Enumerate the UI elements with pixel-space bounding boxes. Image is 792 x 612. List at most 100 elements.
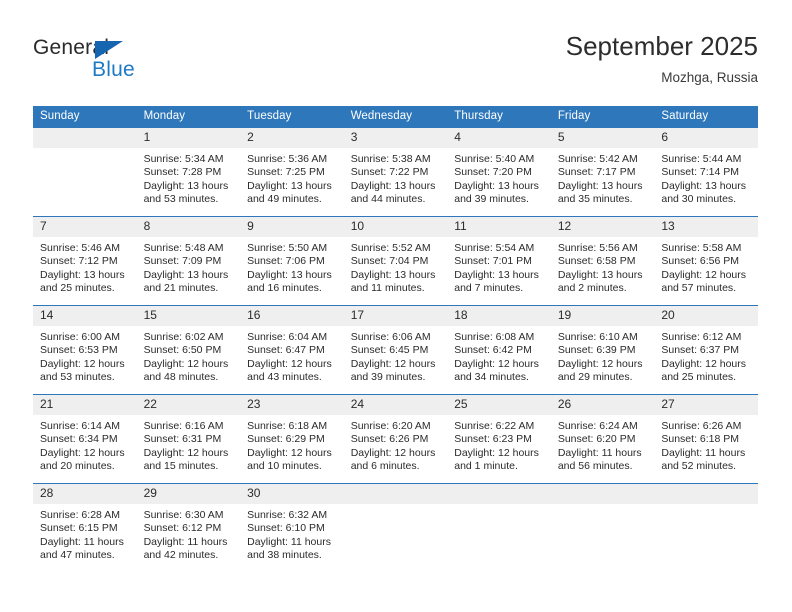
sunset-text: Sunset: 6:23 PM — [454, 433, 532, 446]
sunset-text: Sunset: 6:47 PM — [247, 344, 325, 357]
daylight-text: Daylight: 12 hours and 57 minutes. — [661, 268, 747, 295]
sunset-text: Sunset: 6:34 PM — [40, 433, 118, 446]
day-details: Sunrise: 6:02 AM Sunset: 6:50 PM Daylight:… — [137, 326, 241, 385]
calendar-body: 1 Sunrise: 5:34 AM Sunset: 7:28 PM Daylight… — [33, 127, 758, 572]
daylight-text: Daylight: 11 hours and 56 minutes. — [557, 446, 642, 473]
column-header-saturday: Saturday — [654, 106, 758, 128]
day-number — [654, 484, 758, 504]
day-number — [550, 484, 655, 504]
calendar-day-cell[interactable]: 15 Sunrise: 6:02 AM Sunset: 6:50 PM Dayligh… — [136, 305, 241, 395]
calendar-day-cell[interactable]: 25 Sunrise: 6:22 AM Sunset: 6:23 PM Dayligh… — [447, 394, 551, 484]
calendar-day-cell[interactable]: 28 Sunrise: 6:28 AM Sunset: 6:15 PM Dayligh… — [33, 483, 137, 572]
day-details: Sunrise: 5:34 AM Sunset: 7:28 PM Daylight:… — [137, 148, 241, 207]
calendar-day-cell[interactable]: 16 Sunrise: 6:04 AM Sunset: 6:47 PM Dayligh… — [240, 305, 344, 395]
calendar-day-cell[interactable]: 26 Sunrise: 6:24 AM Sunset: 6:20 PM Dayligh… — [550, 394, 655, 484]
day-details: Sunrise: 5:36 AM Sunset: 7:25 PM Daylight:… — [240, 148, 344, 207]
daylight-text: Daylight: 11 hours and 52 minutes. — [661, 446, 746, 473]
calendar-day-cell[interactable]: 29 Sunrise: 6:30 AM Sunset: 6:12 PM Dayligh… — [136, 483, 241, 572]
calendar-day-cell[interactable]: 7 Sunrise: 5:46 AM Sunset: 7:12 PM Daylight… — [33, 216, 137, 306]
day-number — [343, 484, 448, 504]
day-number: 14 — [33, 306, 137, 326]
calendar-day-cell[interactable]: 2 Sunrise: 5:36 AM Sunset: 7:25 PM Daylight… — [240, 127, 344, 217]
day-details: Sunrise: 5:46 AM Sunset: 7:12 PM Daylight:… — [33, 237, 137, 296]
calendar-day-cell[interactable]: 1 Sunrise: 5:34 AM Sunset: 7:28 PM Daylight… — [136, 127, 241, 217]
daylight-text: Daylight: 13 hours and 16 minutes. — [247, 268, 332, 295]
sunrise-text: Sunrise: 6:22 AM — [454, 420, 535, 432]
calendar-day-cell[interactable]: 10 Sunrise: 5:52 AM Sunset: 7:04 PM Dayligh… — [343, 216, 448, 306]
calendar-cell-empty — [654, 483, 758, 572]
daylight-text: Daylight: 12 hours and 43 minutes. — [247, 357, 332, 384]
sunrise-text: Sunrise: 6:00 AM — [40, 331, 120, 343]
calendar-day-cell[interactable]: 12 Sunrise: 5:56 AM Sunset: 6:58 PM Dayligh… — [550, 216, 655, 306]
day-number: 5 — [550, 128, 655, 148]
day-details: Sunrise: 5:44 AM Sunset: 7:14 PM Daylight:… — [654, 148, 758, 207]
day-number: 19 — [550, 306, 655, 326]
calendar-day-cell[interactable]: 8 Sunrise: 5:48 AM Sunset: 7:09 PM Daylight… — [136, 216, 241, 306]
calendar-day-cell[interactable]: 24 Sunrise: 6:20 AM Sunset: 6:26 PM Dayligh… — [343, 394, 448, 484]
calendar-day-cell[interactable]: 27 Sunrise: 6:26 AM Sunset: 6:18 PM Dayligh… — [654, 394, 758, 484]
sunset-text: Sunset: 7:14 PM — [661, 166, 740, 179]
calendar-day-cell[interactable]: 11 Sunrise: 5:54 AM Sunset: 7:01 PM Dayligh… — [447, 216, 551, 306]
sunset-text: Sunset: 7:01 PM — [454, 255, 532, 268]
sunrise-text: Sunrise: 5:54 AM — [454, 242, 535, 254]
day-number: 9 — [240, 217, 344, 237]
calendar-day-cell[interactable]: 17 Sunrise: 6:06 AM Sunset: 6:45 PM Dayligh… — [343, 305, 448, 395]
daylight-text: Daylight: 12 hours and 25 minutes. — [661, 357, 747, 384]
day-number: 25 — [447, 395, 551, 415]
calendar-cell-empty — [33, 127, 137, 217]
calendar-day-cell[interactable]: 30 Sunrise: 6:32 AM Sunset: 6:10 PM Dayligh… — [240, 483, 344, 572]
column-header-friday: Friday — [550, 106, 655, 128]
sunrise-text: Sunrise: 6:18 AM — [247, 420, 328, 432]
day-number: 2 — [240, 128, 344, 148]
daylight-text: Daylight: 12 hours and 53 minutes. — [40, 357, 125, 384]
calendar-day-cell[interactable]: 18 Sunrise: 6:08 AM Sunset: 6:42 PM Dayligh… — [447, 305, 551, 395]
calendar-day-cell[interactable]: 9 Sunrise: 5:50 AM Sunset: 7:06 PM Daylight… — [240, 216, 344, 306]
sunset-text: Sunset: 7:25 PM — [247, 166, 325, 179]
sunrise-text: Sunrise: 5:34 AM — [143, 153, 224, 165]
day-details: Sunrise: 5:50 AM Sunset: 7:06 PM Daylight:… — [240, 237, 344, 296]
general-blue-logo[interactable]: General Blue — [33, 36, 193, 92]
calendar-day-cell[interactable]: 13 Sunrise: 5:58 AM Sunset: 6:56 PM Dayligh… — [654, 216, 758, 306]
sunrise-text: Sunrise: 6:06 AM — [350, 331, 431, 343]
calendar-day-cell[interactable]: 22 Sunrise: 6:16 AM Sunset: 6:31 PM Dayligh… — [136, 394, 241, 484]
sunrise-text: Sunrise: 5:52 AM — [350, 242, 431, 254]
calendar-head: Sunday Monday Tuesday Wednesday Thursday… — [33, 106, 758, 128]
sunset-text: Sunset: 6:58 PM — [557, 255, 636, 268]
day-details: Sunrise: 6:30 AM Sunset: 6:12 PM Daylight:… — [137, 504, 241, 563]
day-details: Sunrise: 6:26 AM Sunset: 6:18 PM Daylight:… — [654, 415, 758, 474]
day-number: 16 — [240, 306, 344, 326]
sunset-text: Sunset: 6:42 PM — [454, 344, 532, 357]
weekday-header-row: Sunday Monday Tuesday Wednesday Thursday… — [33, 106, 758, 128]
sunrise-text: Sunrise: 6:04 AM — [247, 331, 328, 343]
day-number: 15 — [136, 306, 241, 326]
sunset-text: Sunset: 7:20 PM — [454, 166, 532, 179]
day-details: Sunrise: 6:20 AM Sunset: 6:26 PM Daylight:… — [344, 415, 448, 474]
daylight-text: Daylight: 12 hours and 15 minutes. — [143, 446, 229, 473]
day-number: 1 — [136, 128, 241, 148]
sunrise-text: Sunrise: 5:50 AM — [247, 242, 328, 254]
sunrise-text: Sunrise: 6:32 AM — [247, 509, 328, 521]
day-details: Sunrise: 6:00 AM Sunset: 6:53 PM Daylight:… — [33, 326, 137, 385]
daylight-text: Daylight: 12 hours and 39 minutes. — [350, 357, 436, 384]
day-details: Sunrise: 6:10 AM Sunset: 6:39 PM Daylight:… — [551, 326, 655, 385]
calendar-day-cell[interactable]: 21 Sunrise: 6:14 AM Sunset: 6:34 PM Dayligh… — [33, 394, 137, 484]
calendar-day-cell[interactable]: 14 Sunrise: 6:00 AM Sunset: 6:53 PM Dayligh… — [33, 305, 137, 395]
daylight-text: Daylight: 13 hours and 30 minutes. — [661, 179, 747, 206]
daylight-text: Daylight: 12 hours and 1 minute. — [454, 446, 539, 473]
calendar-day-cell[interactable]: 3 Sunrise: 5:38 AM Sunset: 7:22 PM Daylight… — [343, 127, 448, 217]
sunrise-text: Sunrise: 6:26 AM — [661, 420, 742, 432]
calendar-day-cell[interactable]: 4 Sunrise: 5:40 AM Sunset: 7:20 PM Daylight… — [447, 127, 551, 217]
calendar-day-cell[interactable]: 19 Sunrise: 6:10 AM Sunset: 6:39 PM Dayligh… — [550, 305, 655, 395]
sunset-text: Sunset: 7:22 PM — [350, 166, 429, 179]
sunrise-text: Sunrise: 5:42 AM — [557, 153, 638, 165]
sunrise-text: Sunrise: 5:36 AM — [247, 153, 328, 165]
daylight-text: Daylight: 11 hours and 42 minutes. — [143, 535, 228, 562]
calendar-cell-empty — [447, 483, 551, 572]
sunset-text: Sunset: 6:56 PM — [661, 255, 740, 268]
sunset-text: Sunset: 6:50 PM — [143, 344, 222, 357]
calendar-day-cell[interactable]: 5 Sunrise: 5:42 AM Sunset: 7:17 PM Daylight… — [550, 127, 655, 217]
calendar-day-cell[interactable]: 6 Sunrise: 5:44 AM Sunset: 7:14 PM Daylight… — [654, 127, 758, 217]
calendar-day-cell[interactable]: 20 Sunrise: 6:12 AM Sunset: 6:37 PM Dayligh… — [654, 305, 758, 395]
day-details: Sunrise: 5:52 AM Sunset: 7:04 PM Daylight:… — [344, 237, 448, 296]
calendar-day-cell[interactable]: 23 Sunrise: 6:18 AM Sunset: 6:29 PM Dayligh… — [240, 394, 344, 484]
